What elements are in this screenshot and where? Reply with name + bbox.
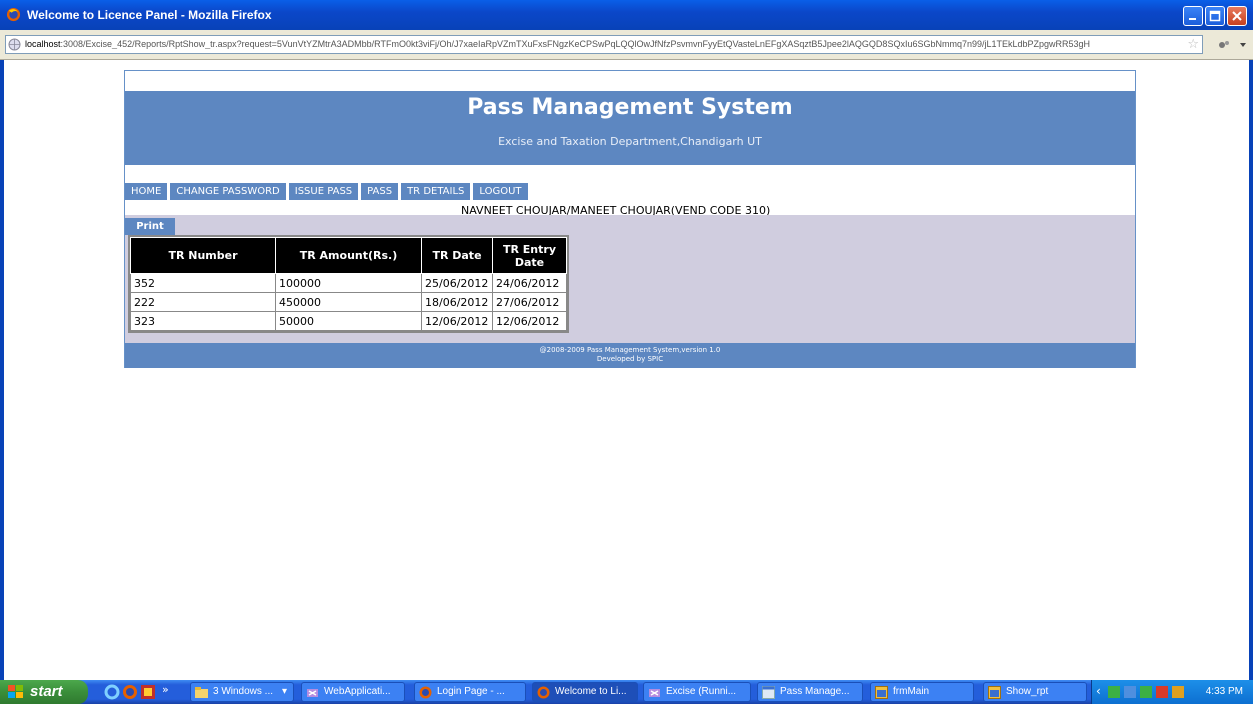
taskbar-label: Pass Manage... (780, 686, 850, 697)
taskbar-label: Welcome to Li... (555, 686, 627, 697)
table-row: 352 100000 25/06/2012 24/06/2012 (130, 273, 567, 293)
tray-icons[interactable] (1108, 684, 1190, 700)
firefox-icon (419, 686, 432, 699)
taskbar-button-excise[interactable]: Excise (Runni... (643, 682, 751, 702)
quicklaunch-expand-icon[interactable]: » (162, 683, 169, 696)
table-header-row: TR Number TR Amount(Rs.) TR Date TR Entr… (130, 237, 567, 274)
department-subtitle: Excise and Taxation Department,Chandigar… (498, 135, 762, 148)
page-container: Pass Management System Excise and Taxati… (124, 70, 1136, 368)
group-dropdown-icon: ▾ (281, 686, 287, 697)
tray-expand-icon[interactable]: ‹ (1096, 684, 1101, 698)
window-app-icon (762, 686, 775, 699)
cell-tr-date: 18/06/2012 (421, 292, 493, 312)
taskbar-label: Login Page - ... (437, 686, 505, 697)
top-strip (125, 71, 1135, 91)
cell-tr-number: 323 (130, 311, 276, 331)
url-text: localhost:3008/Excise_452/Reports/RptSho… (25, 39, 1180, 49)
firefox-quicklaunch-icon[interactable] (122, 684, 138, 700)
minimize-icon (1189, 18, 1196, 20)
main-menu: HOME CHANGE PASSWORD ISSUE PASS PASS TR … (125, 183, 531, 200)
taskbar-label: Excise (Runni... (666, 686, 737, 697)
menu-home[interactable]: HOME (125, 183, 168, 200)
taskbar-button-frmmain[interactable]: frmMain (870, 682, 974, 702)
col-header-tr-number: TR Number (130, 237, 276, 274)
taskbar-button-show-rpt[interactable]: Show_rpt (983, 682, 1087, 702)
globe-icon (8, 38, 21, 51)
cell-tr-amount: 50000 (275, 311, 422, 331)
close-button[interactable] (1227, 6, 1247, 26)
window-title: Welcome to Licence Panel - Mozilla Firef… (27, 8, 272, 22)
visual-studio-icon (307, 689, 318, 697)
site-footer: @2008-2009 Pass Management System,versio… (125, 343, 1135, 368)
bookmark-star-icon[interactable]: ☆ (1187, 37, 1199, 52)
table-row: 323 50000 12/06/2012 12/06/2012 (130, 311, 567, 331)
site-header: Pass Management System Excise and Taxati… (125, 91, 1135, 165)
footer-copyright: @2008-2009 Pass Management System,versio… (539, 346, 721, 354)
report-area: Print TR Number TR Amount(Rs.) TR Date T… (125, 215, 1135, 343)
maximize-button[interactable] (1205, 6, 1225, 26)
system-title: Pass Management System (467, 95, 793, 120)
internet-explorer-icon[interactable] (104, 684, 120, 700)
start-button[interactable]: start (0, 680, 88, 704)
col-header-tr-date: TR Date (421, 237, 493, 274)
cell-tr-entry-date: 24/06/2012 (492, 273, 567, 293)
menu-pass[interactable]: PASS (361, 183, 399, 200)
footer-developer: Developed by SPIC (596, 355, 664, 363)
url-path: :3008/Excise_452/Reports/RptShow_tr.aspx… (60, 39, 1091, 49)
cell-tr-entry-date: 27/06/2012 (492, 292, 567, 312)
folder-icon (195, 687, 208, 698)
form-icon (875, 686, 888, 699)
menu-logout[interactable]: LOGOUT (473, 183, 528, 200)
cell-tr-number: 222 (130, 292, 276, 312)
cell-tr-date: 25/06/2012 (421, 273, 493, 293)
app-quicklaunch-icon[interactable] (140, 684, 156, 700)
minimize-button[interactable] (1183, 6, 1203, 26)
cell-tr-amount: 100000 (275, 273, 422, 293)
col-header-tr-amount: TR Amount(Rs.) (275, 237, 422, 274)
taskbar-label: WebApplicati... (324, 686, 391, 697)
print-button[interactable]: Print (125, 218, 175, 235)
cell-tr-amount: 450000 (275, 292, 422, 312)
address-bar[interactable]: localhost:3008/Excise_452/Reports/RptSho… (5, 35, 1203, 54)
taskbar: start » 3 Windows ... ▾ WebApplicati... … (0, 680, 1253, 704)
navigation-toolbar: localhost:3008/Excise_452/Reports/RptSho… (0, 30, 1253, 60)
taskbar-button-webapplication[interactable]: WebApplicati... (301, 682, 405, 702)
cell-tr-entry-date: 12/06/2012 (492, 311, 567, 331)
close-icon (1232, 11, 1242, 21)
taskbar-button-login-page[interactable]: Login Page - ... (414, 682, 526, 702)
clock[interactable]: 4:33 PM (1206, 686, 1243, 697)
addon-icon[interactable] (1213, 38, 1249, 52)
window-titlebar[interactable]: Welcome to Licence Panel - Mozilla Firef… (0, 0, 1253, 30)
menu-tr-details[interactable]: TR DETAILS (401, 183, 471, 200)
form-icon (988, 686, 1001, 699)
visual-studio-icon (649, 689, 660, 697)
taskbar-label: frmMain (893, 686, 930, 697)
cell-tr-number: 352 (130, 273, 276, 293)
tr-table-wrapper: TR Number TR Amount(Rs.) TR Date TR Entr… (128, 235, 569, 333)
taskbar-button-welcome[interactable]: Welcome to Li... (532, 682, 638, 702)
firefox-icon (537, 686, 550, 699)
menu-issue-pass[interactable]: ISSUE PASS (288, 183, 359, 200)
taskbar-label: Show_rpt (1006, 686, 1049, 697)
start-label: start (30, 683, 63, 700)
system-tray: ‹ 4:33 PM (1091, 680, 1253, 704)
windows-flag-icon (8, 685, 23, 698)
taskbar-label: 3 Windows ... (213, 686, 274, 697)
taskbar-button-pass-manage[interactable]: Pass Manage... (757, 682, 863, 702)
maximize-icon (1209, 10, 1221, 22)
firefox-icon (6, 7, 21, 22)
col-header-tr-entry-date: TR Entry Date (492, 237, 567, 274)
url-host: localhost (25, 39, 61, 49)
cell-tr-date: 12/06/2012 (421, 311, 493, 331)
menu-change-password[interactable]: CHANGE PASSWORD (170, 183, 286, 200)
taskbar-button-windows[interactable]: 3 Windows ... ▾ (190, 682, 294, 702)
tr-details-table: TR Number TR Amount(Rs.) TR Date TR Entr… (130, 237, 567, 331)
table-row: 222 450000 18/06/2012 27/06/2012 (130, 292, 567, 312)
